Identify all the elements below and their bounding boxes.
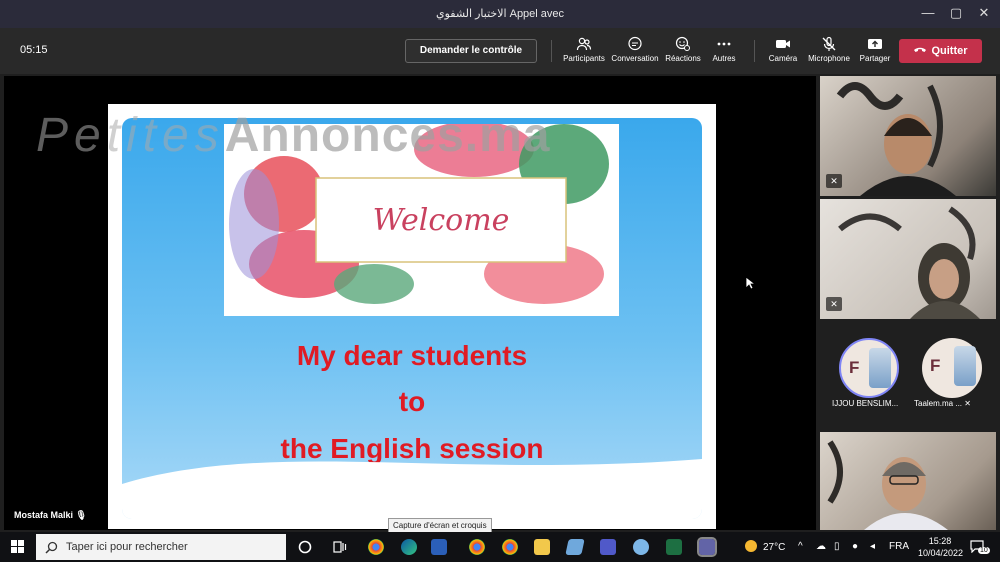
windows-taskbar: Taper ici pour rechercher 27°C ^ ☁ ▯ ● ◂…: [0, 532, 1000, 562]
snipping-tool-icon[interactable]: [431, 539, 447, 555]
participant-name: Taalem.ma ... ✕: [914, 399, 971, 408]
weather-label: 27°C: [763, 542, 786, 553]
more-button[interactable]: Autres: [708, 36, 740, 63]
call-timer: 05:15: [20, 44, 48, 56]
cloud-icon[interactable]: ☁: [816, 541, 826, 552]
presenter-name-label: Mostafa Malki: [14, 510, 74, 520]
participant-video-image: [836, 82, 956, 196]
maximize-icon[interactable]: ▢: [946, 5, 966, 21]
presenter-name: Mostafa Malki 🎙: [14, 510, 87, 521]
slide-line-2: to: [398, 386, 426, 417]
share-label: Partager: [859, 54, 891, 63]
clock[interactable]: 15:28 10/04/2022: [918, 535, 964, 559]
notes-icon[interactable]: [565, 539, 585, 555]
participant-name-label: Taalem.ma ...: [914, 399, 963, 408]
quit-button[interactable]: Quitter: [899, 39, 982, 63]
participant-video-image: [838, 206, 980, 319]
request-control-button[interactable]: Demander le contrôle: [405, 39, 537, 63]
chrome-profile-icon[interactable]: [502, 539, 518, 555]
search-placeholder: Taper ici pour rechercher: [66, 541, 188, 553]
more-icon: [717, 42, 731, 46]
taskbar-search-box[interactable]: Taper ici pour rechercher: [36, 534, 286, 560]
paint-icon[interactable]: [633, 539, 649, 555]
avatar-image: [954, 346, 976, 386]
task-view-icon[interactable]: [333, 540, 347, 554]
language-indicator[interactable]: FRA: [889, 541, 909, 552]
divider: [754, 40, 755, 62]
quit-label: Quitter: [931, 45, 968, 57]
participant-video-tile[interactable]: ✕: [820, 76, 996, 196]
notification-count: 10: [978, 547, 990, 554]
mic-icon[interactable]: ●: [852, 541, 858, 552]
minimize-icon[interactable]: —: [918, 5, 938, 20]
divider: [551, 40, 552, 62]
meeting-toolbar: 05:15 Demander le contrôle Participants …: [0, 28, 1000, 74]
edge-icon[interactable]: [401, 539, 417, 555]
mic-off-icon: 🎙: [75, 510, 87, 520]
clock-date: 10/04/2022: [918, 548, 964, 558]
participant-avatar[interactable]: F: [922, 338, 982, 398]
mouse-cursor-icon: [745, 276, 755, 290]
cortana-icon[interactable]: [298, 540, 312, 554]
emoji-icon: [675, 36, 690, 51]
welcome-text: Welcome: [373, 203, 510, 238]
title-bar: الاختبار الشفوي Appel avec — ▢ ✕: [0, 0, 1000, 28]
participant-avatar[interactable]: F: [839, 338, 899, 398]
camera-icon: [776, 40, 790, 48]
avatar-image: [869, 348, 891, 388]
reactions-label: Réactions: [665, 54, 701, 63]
reactions-button[interactable]: Réactions: [664, 36, 702, 63]
hangup-icon: [914, 47, 927, 52]
speaker-icon[interactable]: ◂: [870, 541, 875, 552]
watermark-part-2: Annonces.ma: [224, 109, 551, 162]
participant-video-image: [827, 440, 948, 530]
wave-decoration: [122, 459, 702, 519]
avatar-initial: F: [849, 358, 860, 377]
search-icon: [45, 541, 58, 554]
participant-video-tile[interactable]: [820, 432, 996, 530]
mic-off-icon: ✕: [826, 174, 842, 188]
slide-background: Welcome My dear students to the English …: [122, 118, 702, 519]
chrome-profile-icon[interactable]: [469, 539, 485, 555]
notifications-button[interactable]: 10: [970, 539, 990, 556]
participants-label: Participants: [563, 54, 605, 63]
teams-active-icon[interactable]: [697, 537, 717, 557]
watermark-part-1: Petites: [36, 109, 225, 162]
people-icon: [576, 37, 592, 51]
slide-line-1: My dear students: [296, 340, 528, 371]
conversation-button[interactable]: Conversation: [611, 36, 659, 63]
camera-button[interactable]: Caméra: [766, 36, 800, 63]
mic-off-icon: ✕: [826, 297, 842, 311]
sun-icon: [745, 540, 757, 552]
excel-icon[interactable]: [666, 539, 682, 555]
file-explorer-icon[interactable]: [534, 539, 550, 555]
share-icon: [868, 39, 882, 49]
participant-video-tile[interactable]: ✕: [820, 199, 996, 319]
battery-icon[interactable]: ▯: [834, 541, 840, 552]
shared-slide: Welcome My dear students to the English …: [108, 104, 716, 529]
mic-off-icon: [822, 36, 836, 51]
windows-start-icon[interactable]: [11, 540, 25, 554]
window-title: الاختبار الشفوي Appel avec: [435, 8, 565, 20]
tooltip: Capture d'écran et croquis: [388, 518, 492, 533]
participant-panel: ✕ ✕ F IJJOU BENSLIM... F Taalem.ma ... ✕: [818, 76, 1000, 530]
mic-off-icon: ✕: [964, 399, 971, 408]
close-icon[interactable]: ✕: [974, 5, 994, 21]
camera-label: Caméra: [768, 54, 798, 63]
teams-icon[interactable]: [600, 539, 616, 555]
clock-time: 15:28: [928, 536, 952, 546]
participants-button[interactable]: Participants: [562, 36, 606, 63]
microphone-label: Microphone: [808, 54, 850, 63]
conversation-label: Conversation: [611, 54, 659, 63]
avatar-initial: F: [930, 356, 941, 375]
weather-widget[interactable]: 27°C: [745, 540, 785, 553]
microphone-button[interactable]: Microphone: [806, 36, 852, 63]
participant-name: IJJOU BENSLIM...: [832, 399, 899, 408]
chevron-up-icon[interactable]: ^: [798, 541, 803, 552]
chrome-icon[interactable]: [368, 539, 384, 555]
chat-icon: [628, 36, 642, 51]
more-label: Autres: [712, 54, 736, 63]
share-button[interactable]: Partager: [858, 36, 892, 63]
watermark: PetitesAnnonces.ma: [36, 108, 551, 163]
